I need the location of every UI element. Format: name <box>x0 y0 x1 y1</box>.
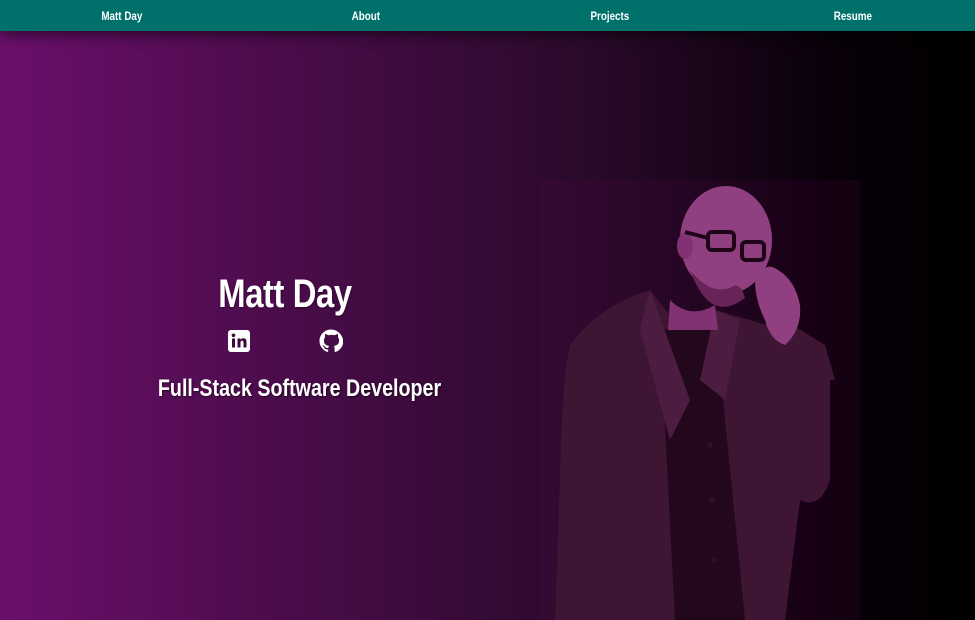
social-links <box>130 329 440 353</box>
nav-projects-link[interactable]: Projects <box>509 9 709 23</box>
hero-tagline: Full-Stack Software Developer <box>157 375 442 402</box>
github-icon <box>319 329 344 353</box>
person-illustration <box>540 180 860 620</box>
linkedin-link[interactable] <box>227 329 251 353</box>
github-link[interactable] <box>319 329 344 353</box>
hero-section: Matt Day Full-Stack Software Developer <box>130 272 442 403</box>
nav-about-link[interactable]: About <box>266 9 466 23</box>
hero-name: Matt Day <box>218 272 352 316</box>
nav-resume-link[interactable]: Resume <box>753 9 953 23</box>
navbar: Matt Day About Projects Resume <box>0 0 975 31</box>
linkedin-icon <box>228 330 250 352</box>
nav-home-link[interactable]: Matt Day <box>22 9 222 23</box>
portrait-photo <box>540 180 860 620</box>
